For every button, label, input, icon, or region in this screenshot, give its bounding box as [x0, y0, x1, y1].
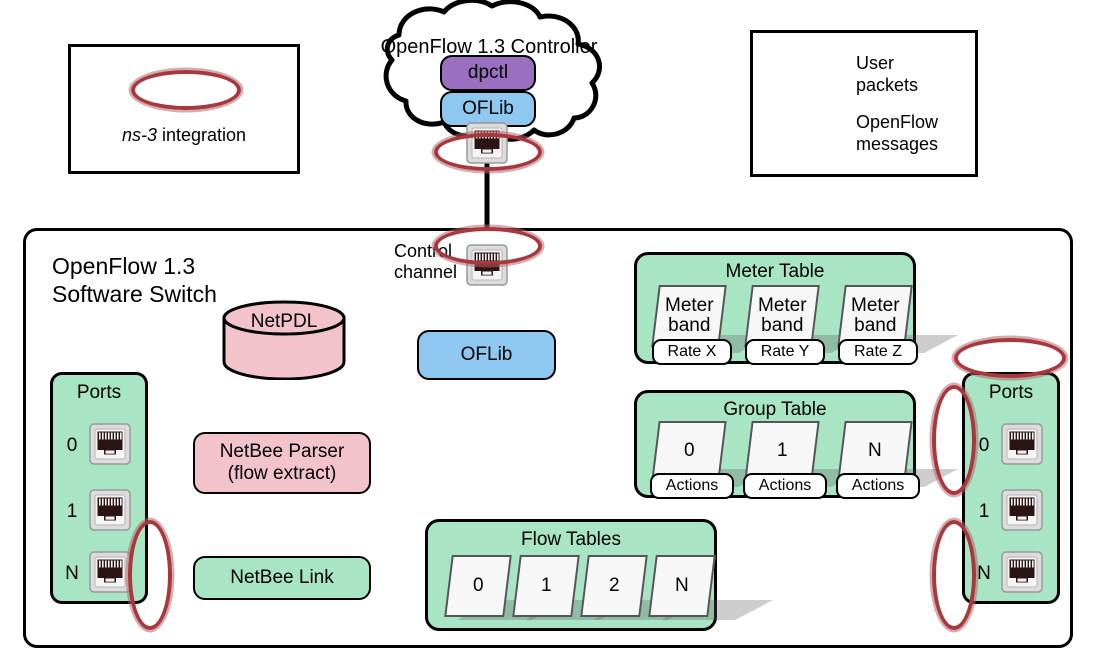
ns3-legend-box: ns-3 integration: [68, 44, 300, 174]
group-pill-2[interactable]: Actions: [836, 473, 920, 499]
ns3-legend-label-italic: ns-3: [121, 125, 157, 145]
ns3-legend-label-rest: integration: [156, 125, 247, 145]
group-pill-1[interactable]: Actions: [743, 473, 827, 499]
ns3-ellipse-right-ports-top: [954, 338, 1066, 378]
ns3-ellipse-switch-jack: [434, 227, 542, 265]
ports-left-rj45-jack-icon-N[interactable]: [89, 551, 131, 598]
ports-right-title: Ports: [988, 382, 1034, 403]
meter-pill-1[interactable]: Rate Y: [745, 339, 825, 365]
dashed-arrow-icon: [779, 66, 845, 82]
meter-card-1[interactable]: Meter band: [744, 285, 820, 347]
dpctl-box[interactable]: dpctl: [440, 55, 536, 91]
ports-right-num-1: 1: [978, 501, 990, 522]
ns3-ellipse-right-ports-N: [932, 520, 976, 630]
ns3-legend-label: ns-3 integration: [71, 125, 297, 146]
netpdl-label: NetPDL: [250, 311, 318, 332]
netbee-link-label: NetBee Link: [230, 567, 334, 588]
ports-left-num-0: 0: [66, 435, 78, 456]
legend-user-packets-label: User packets: [856, 53, 919, 95]
flow-card-label-0: 0: [472, 575, 484, 596]
flow-card-label-1: 1: [540, 575, 552, 596]
group-card-0[interactable]: 0: [651, 421, 727, 481]
ports-left-num-1: 1: [66, 501, 78, 522]
group-card-label-1: 1: [776, 440, 788, 461]
group-pill-0[interactable]: Actions: [650, 473, 734, 499]
group-table-title: Group Table: [723, 399, 827, 420]
group-card-label-2: N: [868, 440, 882, 461]
meter-card-2[interactable]: Meter band: [837, 285, 913, 347]
legend-openflow-messages-label: OpenFlow messages: [856, 112, 939, 154]
netbee-link-box[interactable]: NetBee Link: [193, 556, 371, 600]
meter-card-label-0: Meter band: [664, 295, 714, 336]
flow-card-0[interactable]: 0: [444, 555, 512, 617]
netbee-parser-box[interactable]: NetBee Parser (flow extract): [193, 432, 371, 494]
ports-right-num-N: N: [977, 563, 991, 584]
ns3-ellipse-right-ports-0: [932, 385, 976, 495]
switch-oflib-box[interactable]: OFLib: [417, 330, 556, 380]
meter-table-box: Meter Table Meter band Rate X Meter band…: [634, 252, 958, 365]
diagram-canvas: ns-3 integration User packets OpenFlow m…: [0, 0, 1096, 662]
ports-right-rj45-jack-icon-0[interactable]: [1001, 423, 1043, 470]
flow-tables-box: Flow Tables 0 1 2 N: [425, 519, 773, 631]
meter-card-0[interactable]: Meter band: [651, 285, 727, 347]
ns3-ellipse-controller-jack: [434, 133, 542, 171]
group-table-box: Group Table 0 Actions 1 Actions N Action…: [634, 390, 958, 499]
red-ellipse-icon: [131, 70, 241, 110]
flow-card-2[interactable]: 2: [580, 555, 648, 617]
ports-left-rj45-jack-icon-1[interactable]: [89, 489, 131, 536]
group-card-2[interactable]: N: [837, 421, 913, 481]
flow-card-label-3: N: [675, 575, 689, 596]
meter-table-title: Meter Table: [725, 261, 825, 282]
group-card-label-0: 0: [683, 440, 695, 461]
group-card-1[interactable]: 1: [744, 421, 820, 481]
meter-card-label-1: Meter band: [757, 295, 807, 336]
flow-tables-title: Flow Tables: [521, 529, 621, 550]
ports-right-num-0: 0: [978, 435, 990, 456]
controller-oflib-label: OFLib: [462, 98, 514, 119]
ports-left-title: Ports: [76, 382, 122, 403]
ports-right-rj45-jack-icon-1[interactable]: [1001, 489, 1043, 536]
flow-card-label-2: 2: [608, 575, 620, 596]
ns3-ellipse-left-ports: [128, 520, 172, 630]
meter-card-label-2: Meter band: [850, 295, 900, 336]
dpctl-label: dpctl: [467, 62, 509, 83]
ports-right-rj45-jack-icon-N[interactable]: [1001, 551, 1043, 598]
flow-card-3[interactable]: N: [648, 555, 716, 617]
meter-pill-2[interactable]: Rate Z: [838, 339, 918, 365]
flow-card-1[interactable]: 1: [512, 555, 580, 617]
ports-left-rj45-jack-icon-0[interactable]: [89, 423, 131, 470]
solid-arrow-icon: [779, 125, 845, 141]
switch-oflib-label: OFLib: [460, 344, 513, 365]
netbee-parser-label: NetBee Parser (flow extract): [219, 441, 345, 484]
ports-left-num-N: N: [65, 563, 79, 584]
meter-pill-0[interactable]: Rate X: [652, 339, 732, 365]
ports-panel-right: Ports 0 1 N: [962, 372, 1060, 604]
